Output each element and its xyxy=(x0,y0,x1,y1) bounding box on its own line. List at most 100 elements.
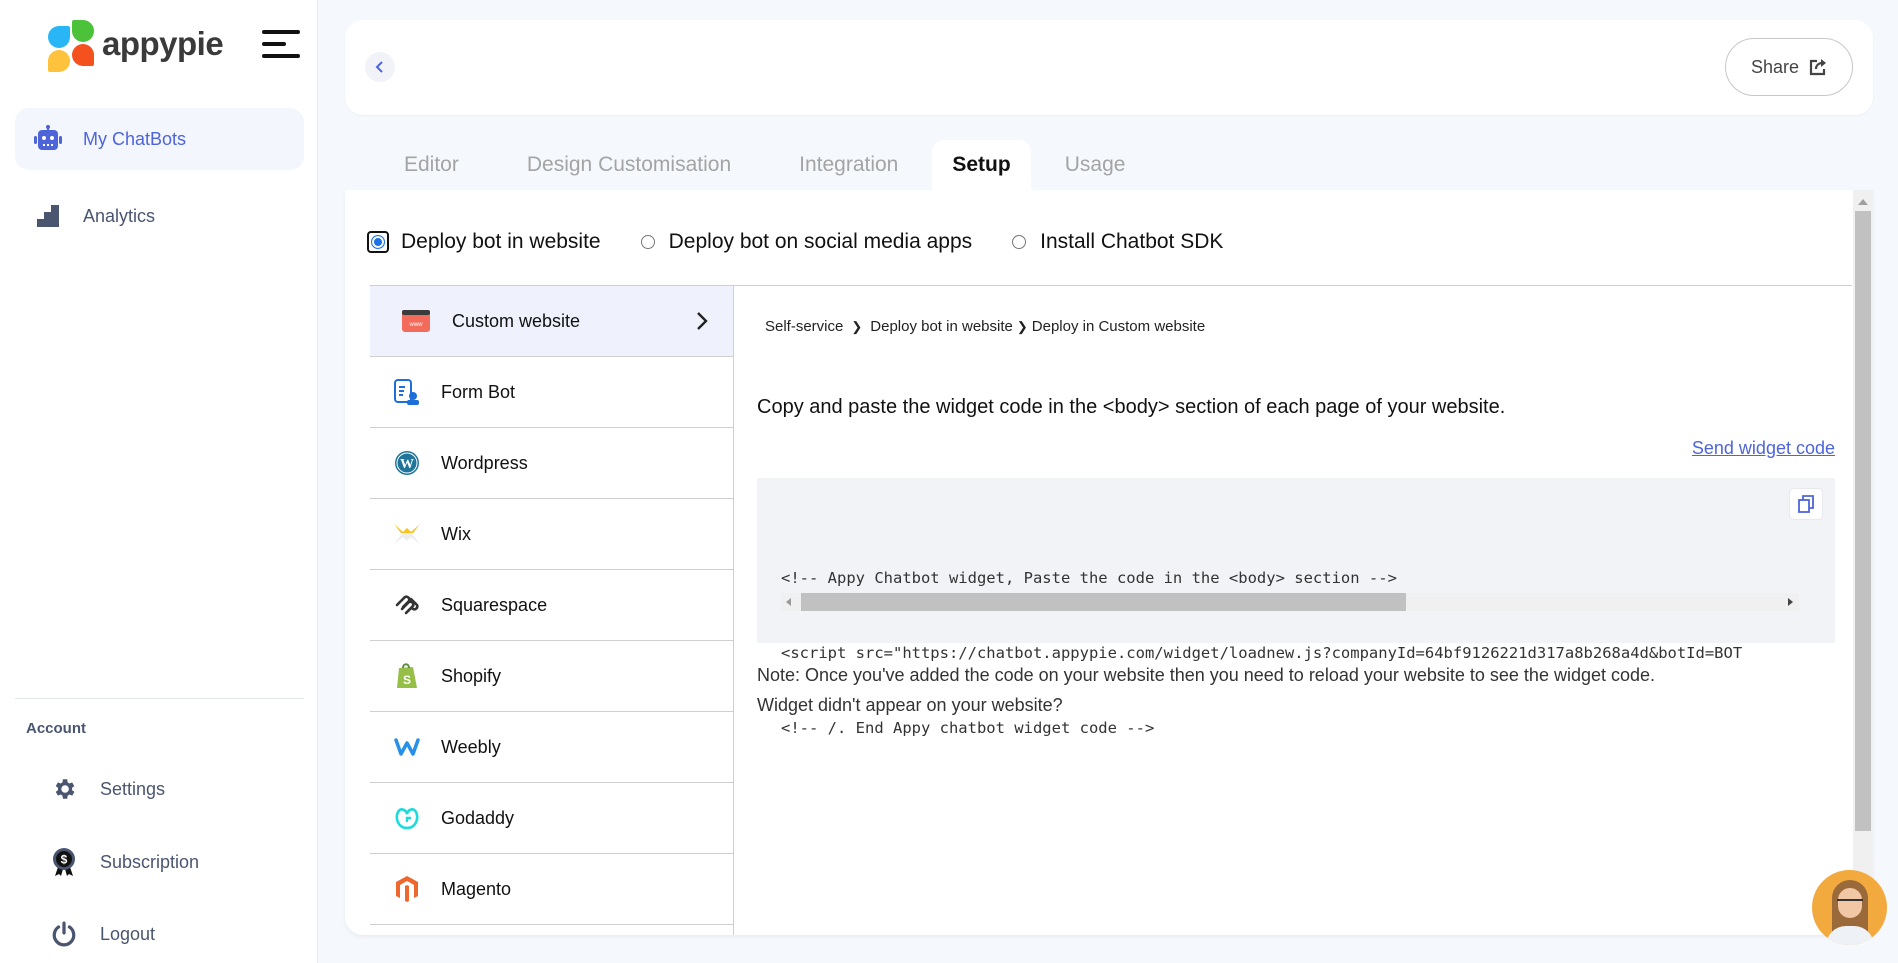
radio-unchecked-icon xyxy=(1012,235,1027,249)
analytics-icon xyxy=(33,201,63,231)
radio-label: Install Chatbot SDK xyxy=(1040,230,1224,253)
www-browser-icon: www xyxy=(402,307,430,335)
scrollbar-thumb[interactable] xyxy=(1855,211,1871,831)
sidebar-item-label: Logout xyxy=(100,923,156,944)
share-icon xyxy=(1809,59,1827,76)
subscription-badge-icon: $ xyxy=(50,848,78,876)
sidebar-item-analytics[interactable]: Analytics xyxy=(15,185,304,247)
platform-label: Godaddy xyxy=(441,807,515,828)
platform-label: Weebly xyxy=(441,736,501,757)
magento-icon xyxy=(393,875,421,903)
top-bar: Share xyxy=(345,20,1873,115)
robot-icon xyxy=(33,124,63,154)
copy-icon xyxy=(1798,495,1814,513)
radio-label: Deploy bot on social media apps xyxy=(668,230,973,253)
chevron-right-icon xyxy=(697,312,708,330)
platform-label: Wix xyxy=(441,523,471,544)
weebly-icon xyxy=(393,733,421,761)
sidebar-item-label: Settings xyxy=(100,778,166,799)
back-button[interactable] xyxy=(365,52,395,82)
code-line: <!-- Appy Chatbot widget, Paste the code… xyxy=(781,569,1397,587)
power-icon xyxy=(50,920,78,948)
tab-usage[interactable]: Usage xyxy=(1031,140,1160,190)
platform-label: Shopify xyxy=(441,665,502,686)
platform-item-shopify[interactable]: S Shopify xyxy=(370,641,733,712)
squarespace-icon xyxy=(393,591,421,619)
platform-label: Custom website xyxy=(452,310,581,331)
platform-label: Magento xyxy=(441,878,512,899)
instructions-headline: Copy and paste the widget code in the <b… xyxy=(757,396,1506,418)
platform-item-godaddy[interactable]: Godaddy xyxy=(370,783,733,854)
shopify-icon: S xyxy=(393,662,421,690)
chevron-left-icon xyxy=(375,61,383,73)
scroll-left-arrow-icon[interactable] xyxy=(786,598,791,606)
radio-unchecked-icon xyxy=(640,235,655,249)
sidebar-item-logout[interactable]: Logout xyxy=(50,920,155,948)
appypie-logo[interactable]: appypie xyxy=(46,18,224,72)
radio-deploy-website[interactable]: Deploy bot in website xyxy=(367,230,601,254)
widget-code-text[interactable]: <!-- Appy Chatbot widget, Paste the code… xyxy=(781,516,1781,791)
chevron-right-icon: ❯ xyxy=(851,318,863,334)
radio-deploy-social[interactable]: Deploy bot on social media apps xyxy=(640,230,973,254)
platform-label: Wordpress xyxy=(441,452,528,473)
platform-list: www Custom website Form Bot W Wordpress … xyxy=(370,286,734,935)
tab-bar: Editor Design Customisation Integration … xyxy=(370,140,1159,190)
copy-code-button[interactable] xyxy=(1789,488,1823,520)
svg-text:$: $ xyxy=(61,853,68,867)
sidebar-item-subscription[interactable]: $ Subscription xyxy=(50,848,199,876)
deploy-options: Deploy bot in website Deploy bot on soci… xyxy=(367,230,1263,254)
platform-item-magento[interactable]: Magento xyxy=(370,854,733,925)
radio-label: Deploy bot in website xyxy=(401,230,601,253)
scroll-right-arrow-icon[interactable] xyxy=(1788,598,1793,606)
form-bot-icon xyxy=(393,378,421,406)
custom-website-panel: Self-service ❯ Deploy bot in website ❯ D… xyxy=(735,286,1853,935)
platform-item-custom-website[interactable]: www Custom website xyxy=(370,286,733,357)
sidebar-item-settings[interactable]: Settings xyxy=(50,775,165,803)
sidebar-divider xyxy=(15,698,304,699)
sidebar-item-label: Analytics xyxy=(83,205,156,226)
chat-assistant-avatar[interactable] xyxy=(1812,870,1887,945)
code-horizontal-scrollbar[interactable] xyxy=(781,593,1799,611)
vertical-scrollbar[interactable] xyxy=(1853,190,1873,935)
hamburger-menu-icon[interactable] xyxy=(262,30,300,58)
svg-text:W: W xyxy=(400,457,414,472)
brand-name: appypie xyxy=(102,25,224,62)
widget-code-block: <!-- Appy Chatbot widget, Paste the code… xyxy=(757,478,1835,737)
breadcrumb-item[interactable]: Deploy bot in website xyxy=(870,318,1013,335)
breadcrumb: Self-service ❯ Deploy bot in website ❯ D… xyxy=(765,318,1205,335)
tab-integration[interactable]: Integration xyxy=(765,140,932,190)
radio-install-sdk[interactable]: Install Chatbot SDK xyxy=(1012,230,1223,254)
radio-checked-icon xyxy=(367,231,389,253)
platform-item-wix[interactable]: Wix xyxy=(370,499,733,570)
sidebar-item-my-chatbots[interactable]: My ChatBots xyxy=(15,108,304,170)
tab-design-customisation[interactable]: Design Customisation xyxy=(493,140,765,190)
tab-setup[interactable]: Setup xyxy=(932,140,1031,190)
svg-text:S: S xyxy=(403,673,411,687)
scrollbar-thumb[interactable] xyxy=(801,593,1406,611)
widget-help-text: Widget didn't appear on your website? xyxy=(757,695,1063,715)
share-label: Share xyxy=(1750,56,1800,77)
account-heading: Account xyxy=(26,720,86,737)
note-text: Note: Once you've added the code on your… xyxy=(757,665,1656,685)
sidebar-item-label: Subscription xyxy=(100,851,200,872)
platform-item-squarespace[interactable]: Squarespace xyxy=(370,570,733,641)
tab-editor[interactable]: Editor xyxy=(370,140,493,190)
wix-icon xyxy=(393,520,421,548)
gear-icon xyxy=(50,775,78,803)
breadcrumb-item[interactable]: Self-service xyxy=(765,318,843,335)
scroll-up-arrow-icon[interactable] xyxy=(1858,199,1868,205)
platform-item-weebly[interactable]: Weebly xyxy=(370,712,733,783)
breadcrumb-item: Deploy in Custom website xyxy=(1031,318,1206,335)
wordpress-icon: W xyxy=(393,449,421,477)
platform-label: Form Bot xyxy=(441,381,516,402)
appypie-logo-icon xyxy=(46,18,98,72)
sidebar: appypie My ChatBots Analytics Account Se… xyxy=(0,0,318,963)
share-button[interactable]: Share xyxy=(1725,38,1853,96)
platform-item-wordpress[interactable]: W Wordpress xyxy=(370,428,733,499)
platform-item-form-bot[interactable]: Form Bot xyxy=(370,357,733,428)
sidebar-item-label: My ChatBots xyxy=(83,128,187,149)
send-widget-code-link[interactable]: Send widget code xyxy=(1692,438,1835,459)
platform-label: Squarespace xyxy=(441,594,548,615)
chevron-right-icon: ❯ xyxy=(1016,318,1028,334)
godaddy-icon xyxy=(393,804,421,832)
